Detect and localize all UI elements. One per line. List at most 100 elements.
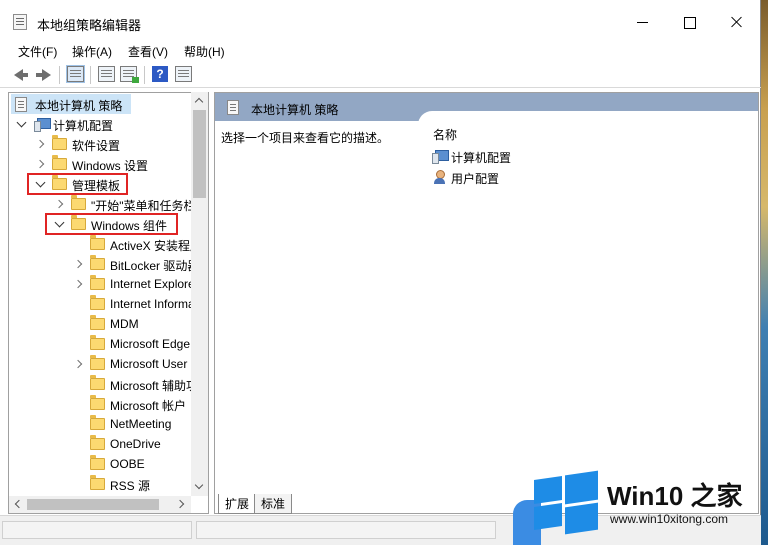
export-list-icon[interactable]: [120, 66, 139, 83]
tree-item-label: "开始"菜单和任务栏: [91, 199, 196, 213]
list-item-label: 计算机配置: [451, 151, 512, 165]
scroll-thumb[interactable]: [193, 110, 206, 198]
toolbar-separator: [144, 66, 145, 84]
chevron-down-icon[interactable]: [15, 118, 27, 130]
tree-item-label: MDM: [110, 317, 139, 331]
chevron-right-icon[interactable]: [34, 138, 46, 150]
scroll-up-icon[interactable]: [191, 92, 208, 109]
tree-item-label: OneDrive: [110, 437, 161, 451]
tree-item-component[interactable]: Microsoft Edge: [9, 334, 199, 354]
folder-icon: [90, 335, 105, 350]
computer-icon: [34, 118, 51, 132]
folder-icon: [90, 375, 105, 390]
toolbar-separator: [90, 66, 91, 84]
folder-icon: [90, 355, 105, 370]
scroll-left-icon[interactable]: [9, 496, 26, 513]
filter-options-icon[interactable]: [175, 66, 192, 82]
scroll-down-icon[interactable]: [191, 479, 208, 496]
tree-item-component[interactable]: Internet Information Services: [9, 294, 199, 314]
chevron-right-icon[interactable]: [72, 258, 84, 270]
watermark-url: www.win10xitong.com: [610, 512, 729, 526]
tree-item-label: BitLocker 驱动器加密: [110, 259, 199, 273]
toolbar: ?: [0, 62, 761, 88]
folder-icon: [90, 395, 105, 410]
folder-icon: [90, 255, 105, 270]
folder-icon: [90, 435, 105, 450]
close-button[interactable]: [712, 0, 758, 44]
tree-item-component[interactable]: Microsoft 帐户: [9, 394, 199, 414]
tree-item-label: Internet Explorer: [110, 277, 199, 291]
highlight-windows-components: [45, 213, 178, 235]
menu-bar: 文件(F) 操作(A) 查看(V) 帮助(H): [0, 40, 761, 60]
chevron-right-icon[interactable]: [34, 158, 46, 170]
folder-icon: [52, 155, 67, 170]
tree-item-label: ActiveX 安装程序服务: [110, 239, 199, 253]
tree-item-software-settings[interactable]: 软件设置: [9, 134, 199, 154]
folder-icon: [90, 415, 105, 430]
tab-extended[interactable]: 扩展: [218, 494, 257, 514]
scroll-right-icon[interactable]: [174, 496, 191, 513]
menu-file[interactable]: 文件(F): [18, 43, 57, 60]
tree-item-label: RSS 源: [110, 479, 151, 493]
tree-item-windows-settings[interactable]: Windows 设置: [9, 154, 199, 174]
tree-item-component[interactable]: BitLocker 驱动器加密: [9, 254, 199, 274]
tree-item-label: 软件设置: [72, 139, 121, 153]
tree-item-component[interactable]: Internet Explorer: [9, 274, 199, 294]
tree-item-start-menu[interactable]: "开始"菜单和任务栏: [9, 194, 199, 214]
details-title: 本地计算机 策略: [251, 103, 339, 117]
menu-action[interactable]: 操作(A): [72, 43, 112, 60]
tree-item-root[interactable]: 本地计算机 策略: [11, 94, 131, 114]
tree-item-component[interactable]: RSS 源: [9, 474, 199, 494]
tree-item-component[interactable]: ActiveX 安装程序服务: [9, 234, 199, 254]
tree-vertical-scrollbar[interactable]: [191, 92, 208, 496]
list-item-label: 用户配置: [451, 172, 500, 186]
view-tabs: 扩展 标准: [214, 494, 514, 514]
tree-item-label: Microsoft Edge: [110, 337, 191, 351]
help-icon[interactable]: ?: [152, 66, 168, 82]
details-pane: 本地计算机 策略 选择一个项目来查看它的描述。 名称 计算机配置 用户配置: [214, 92, 759, 514]
folder-icon: [90, 475, 105, 490]
maximize-button[interactable]: [666, 0, 712, 44]
tree-item-component[interactable]: OneDrive: [9, 434, 199, 454]
tree-item-label: Microsoft User Experience Virtualization: [110, 357, 199, 371]
tree-item-component[interactable]: Microsoft 辅助功能: [9, 374, 199, 394]
tree-item-label: 计算机配置: [53, 119, 114, 133]
chevron-right-icon[interactable]: [53, 198, 65, 210]
folder-icon: [90, 455, 105, 470]
minimize-button[interactable]: [620, 0, 666, 44]
tree-item-computer-config[interactable]: 计算机配置: [9, 114, 199, 134]
tree-item-component[interactable]: Microsoft User Experience Virtualization: [9, 354, 199, 374]
user-icon: [433, 170, 447, 184]
menu-view[interactable]: 查看(V): [128, 43, 168, 60]
folder-icon: [71, 195, 86, 210]
highlight-admin-templates: [27, 173, 128, 195]
show-hide-tree-icon[interactable]: [66, 65, 85, 83]
title-bar[interactable]: 本地组策略编辑器: [0, 0, 761, 44]
menu-help[interactable]: 帮助(H): [184, 43, 225, 60]
tree-horizontal-scrollbar[interactable]: [9, 496, 191, 513]
tree-item-label: Microsoft 辅助功能: [110, 379, 199, 393]
watermark-title: Win10 之家: [607, 481, 743, 511]
tree-item-label: Windows 设置: [72, 159, 149, 173]
group-policy-editor-window: 本地组策略编辑器 文件(F) 操作(A) 查看(V) 帮助(H) ? 本地计算机…: [0, 0, 761, 545]
properties-icon[interactable]: [98, 66, 115, 82]
tree-item-component[interactable]: OOBE: [9, 454, 199, 474]
folder-icon: [90, 295, 105, 310]
tree-item-component[interactable]: NetMeeting: [9, 414, 199, 434]
folder-icon: [90, 275, 105, 290]
column-header-name[interactable]: 名称: [433, 126, 457, 143]
tab-standard[interactable]: 标准: [254, 494, 293, 514]
tree-pane: 本地计算机 策略 计算机配置 软件设置 Windows 设置 管理模板 "开始"…: [8, 92, 209, 514]
chevron-right-icon[interactable]: [72, 358, 84, 370]
tree-item-label: 本地计算机 策略: [35, 99, 123, 113]
policy-document-icon: [227, 100, 239, 115]
policy-document-icon: [15, 97, 27, 112]
back-arrow-icon[interactable]: [14, 69, 28, 81]
tree-item-component[interactable]: MDM: [9, 314, 199, 334]
tree-item-label: OOBE: [110, 457, 145, 471]
tree-item-label: NetMeeting: [110, 417, 172, 431]
chevron-right-icon[interactable]: [72, 278, 84, 290]
tree-item-label: Microsoft 帐户: [110, 399, 187, 413]
forward-arrow-icon[interactable]: [36, 69, 51, 81]
scroll-thumb[interactable]: [27, 499, 159, 510]
